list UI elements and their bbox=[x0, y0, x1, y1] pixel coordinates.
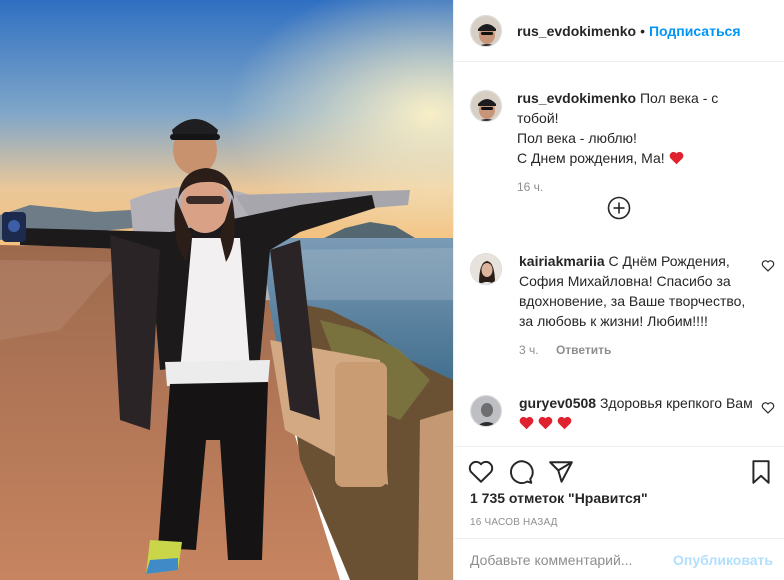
comments-list[interactable]: rus_evdokimenko Пол века - с тобой! Пол … bbox=[454, 62, 784, 446]
author-avatar[interactable] bbox=[470, 14, 502, 47]
commenter-avatar[interactable] bbox=[470, 253, 502, 285]
caption-line-3: С Днем рождения, Ма! bbox=[517, 150, 665, 166]
plus-circle-icon[interactable] bbox=[607, 196, 631, 220]
heart-icon[interactable] bbox=[761, 401, 775, 415]
bookmark-icon[interactable] bbox=[748, 459, 774, 485]
comment-item: kairiakmariia С Днём Рождения, София Мих… bbox=[470, 251, 770, 357]
author-username[interactable]: rus_evdokimenko bbox=[517, 23, 636, 39]
post-timestamp[interactable]: 16 ЧАСОВ НАЗАД bbox=[470, 517, 558, 528]
share-icon[interactable] bbox=[548, 459, 574, 485]
comment-input[interactable] bbox=[470, 551, 666, 568]
comment-icon[interactable] bbox=[508, 459, 534, 485]
heart-emoji-icon bbox=[557, 416, 572, 430]
post-photo[interactable] bbox=[0, 0, 453, 580]
caption-avatar[interactable] bbox=[470, 90, 502, 122]
comment-text: Здоровья крепкого Вам bbox=[599, 395, 753, 411]
caption-username[interactable]: rus_evdokimenko bbox=[517, 90, 636, 106]
likes-count[interactable]: 1 735 отметок "Нравится" bbox=[470, 490, 648, 506]
heart-emoji-icon bbox=[519, 416, 534, 430]
caption: rus_evdokimenko Пол века - с тобой! Пол … bbox=[470, 88, 770, 194]
header-separator: • bbox=[640, 22, 645, 39]
heart-emoji-icon bbox=[538, 416, 553, 430]
post-header: rus_evdokimenko • Подписаться bbox=[454, 0, 784, 62]
comment-item: guryev0508 Здоровья крепкого Вам bbox=[470, 393, 770, 433]
commenter-avatar[interactable] bbox=[470, 395, 502, 427]
heart-icon[interactable] bbox=[468, 459, 494, 485]
follow-button[interactable]: Подписаться bbox=[649, 23, 741, 39]
action-bar bbox=[454, 446, 784, 494]
caption-time: 16 ч. bbox=[517, 180, 544, 194]
post-photo-image bbox=[0, 0, 453, 580]
heart-emoji-icon bbox=[669, 151, 683, 165]
comment-username[interactable]: guryev0508 bbox=[519, 395, 596, 411]
heart-icon[interactable] bbox=[761, 259, 775, 273]
publish-button[interactable]: Опубликовать bbox=[673, 552, 773, 568]
add-comment-bar: Опубликовать bbox=[454, 538, 784, 580]
comment-time: 3 ч. bbox=[519, 343, 539, 357]
reply-button[interactable]: Ответить bbox=[556, 343, 611, 357]
comment-username[interactable]: kairiakmariia bbox=[519, 253, 605, 269]
comment-body: kairiakmariia С Днём Рождения, София Мих… bbox=[519, 251, 757, 357]
caption-body: rus_evdokimenko Пол века - с тобой! Пол … bbox=[517, 88, 755, 194]
caption-line-2: Пол века - люблю! bbox=[517, 130, 637, 146]
post-panel: rus_evdokimenko • Подписаться rus_evdoki… bbox=[453, 0, 784, 580]
comment-meta: 3 ч. Ответить bbox=[519, 343, 757, 357]
comment-body: guryev0508 Здоровья крепкого Вам bbox=[519, 393, 757, 433]
